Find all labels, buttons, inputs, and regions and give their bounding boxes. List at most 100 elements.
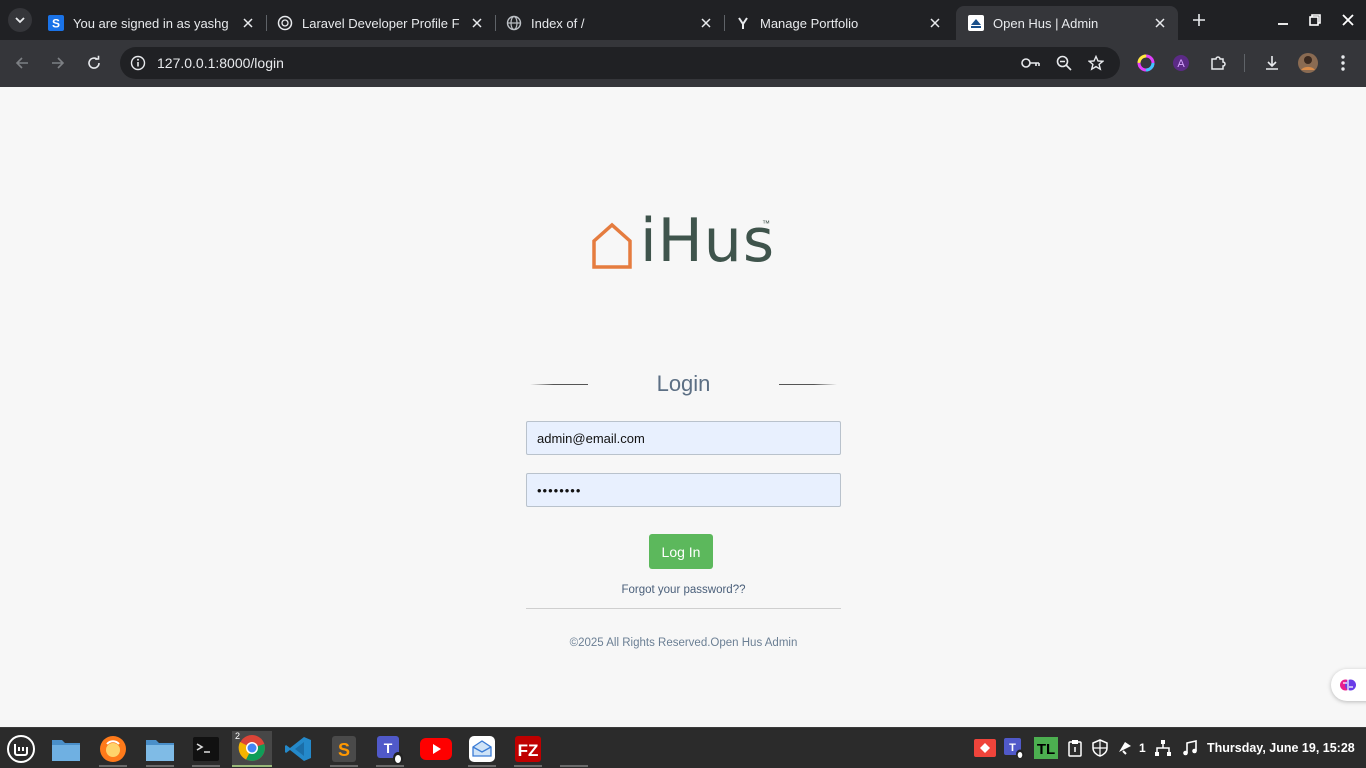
menu-kebab-icon[interactable] [1332,52,1354,74]
empty-launcher-slot[interactable] [554,731,594,767]
heading-line-right [779,384,837,385]
toolbar-separator [1244,54,1245,72]
plus-icon [1193,14,1205,26]
openai-icon [277,15,293,31]
y-logo-icon [735,15,751,31]
tab-index-of[interactable]: Index of / [494,6,725,40]
address-bar[interactable]: 127.0.0.1:8000/login [120,47,1120,79]
url-text: 127.0.0.1:8000/login [157,55,284,71]
browser-toolbar: 127.0.0.1:8000/login A [0,40,1366,87]
timelimit-tray-icon[interactable]: TL [1034,736,1058,760]
tab-title: Laravel Developer Profile F [302,15,460,31]
zoom-icon[interactable] [1054,53,1074,73]
files-folder-icon[interactable] [140,731,180,767]
close-window-button[interactable] [1336,8,1360,32]
teams-tray-icon[interactable]: T [1002,736,1026,760]
copyright-text: ©2025 All Rights Reserved.Open Hus Admin [569,637,798,649]
close-icon[interactable] [927,15,943,31]
files-folder-icon[interactable] [46,731,86,767]
reload-button[interactable] [82,51,106,75]
tab-title: Open Hus | Admin [993,15,1099,31]
teams-linux-icon[interactable]: T [370,731,410,767]
notifications-icon[interactable] [1113,736,1137,760]
taskbar: 2 S T FZ T TL 1 Thursday, June 19, 15:28 [0,727,1366,768]
color-extension-icon[interactable] [1135,52,1157,74]
bookmark-star-icon[interactable] [1086,53,1106,73]
tab-strip: S You are signed in as yashg Laravel Dev… [0,0,1366,40]
forgot-password-link[interactable]: Forgot your password?? [526,584,841,596]
new-tab-button[interactable] [1188,9,1210,31]
restore-icon [1309,14,1321,26]
running-indicator [514,765,542,767]
logo-text: iHus [640,206,776,276]
close-icon[interactable] [469,15,485,31]
youtube-icon[interactable] [416,731,456,767]
sublime-text-icon[interactable]: S [324,731,364,767]
close-icon[interactable] [698,15,714,31]
login-page: iHus ™ Login Log In Forgot your password… [0,87,1366,727]
site-logo-icon [968,15,984,31]
tab-laravel-profile[interactable]: Laravel Developer Profile F [265,6,496,40]
profile-avatar[interactable] [1297,52,1319,74]
running-indicator [99,765,127,767]
close-icon[interactable] [1152,15,1168,31]
divider [526,608,841,609]
menu-mint-icon[interactable] [1,731,41,767]
tab-title: Manage Portfolio [760,15,859,31]
tab-manage-portfolio[interactable]: Manage Portfolio [723,6,953,40]
password-input[interactable] [526,473,841,507]
minimize-button[interactable] [1271,8,1295,32]
email-input[interactable] [526,421,841,455]
filezilla-icon[interactable]: FZ [508,731,548,767]
arrow-left-icon [15,57,28,69]
brain-icon [1340,679,1356,691]
music-note-icon[interactable] [1178,736,1202,760]
mail-client-icon[interactable] [462,731,502,767]
tab-title: You are signed in as yashg [73,15,229,31]
close-icon[interactable] [240,15,256,31]
tab-title: Index of / [531,15,585,31]
anydesk-tray-icon[interactable] [973,736,997,760]
download-icon[interactable] [1261,52,1283,74]
clipboard-icon[interactable] [1063,736,1087,760]
shield-icon[interactable] [1088,736,1112,760]
minimize-icon [1278,23,1288,25]
back-button[interactable] [10,51,34,75]
floating-assistant-button[interactable] [1331,669,1366,701]
chevron-down-icon [15,17,25,24]
chrome-icon[interactable]: 2 [232,731,272,767]
ihus-logo: iHus ™ [590,211,780,275]
login-button[interactable]: Log In [649,534,713,569]
s-square-icon: S [48,15,64,31]
globe-icon [506,15,522,31]
restore-button[interactable] [1303,8,1327,32]
running-indicator [192,765,220,767]
vscode-icon[interactable] [278,731,318,767]
firefox-icon[interactable] [93,731,133,767]
terminal-icon[interactable] [186,731,226,767]
running-indicator [146,765,174,767]
close-icon [1342,14,1354,26]
reload-icon [88,55,100,69]
tab-signed-in[interactable]: S You are signed in as yashg [36,6,267,40]
forward-button[interactable] [46,51,70,75]
svg-text:FZ: FZ [518,741,539,760]
svg-text:S: S [338,740,350,760]
info-icon[interactable] [128,53,148,73]
svg-text:S: S [52,17,60,31]
svg-text:A: A [1177,58,1185,70]
tab-search-button[interactable] [8,8,32,32]
notification-count: 1 [1139,741,1146,755]
running-indicator [560,765,588,767]
running-indicator [468,765,496,767]
extensions-puzzle-icon[interactable] [1207,52,1229,74]
key-icon[interactable] [1021,53,1041,73]
a-extension-icon[interactable]: A [1170,52,1192,74]
clock[interactable]: Thursday, June 19, 15:28 [1207,741,1355,755]
login-heading: Login [526,369,841,399]
tab-open-hus-admin[interactable]: Open Hus | Admin [956,6,1178,40]
running-indicator [376,765,404,767]
svg-text:T: T [384,740,393,756]
logo-trademark: ™ [762,219,770,228]
network-icon[interactable] [1151,736,1175,760]
